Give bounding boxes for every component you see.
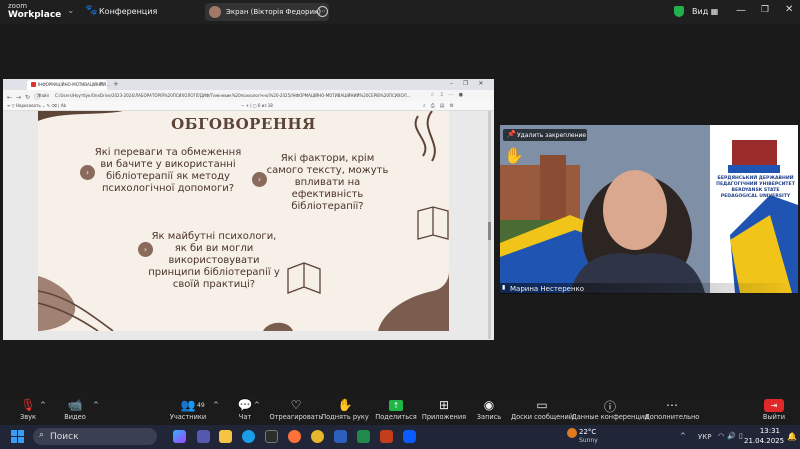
hand-icon: ✋ — [337, 398, 353, 412]
logo-banner-blue — [728, 165, 780, 173]
chat-icon: 💬 — [237, 398, 253, 412]
file-explorer-icon[interactable] — [219, 430, 232, 443]
language-indicator[interactable]: УКР — [698, 433, 711, 441]
app-icon-green[interactable] — [357, 430, 370, 443]
weather-description: Sunny — [579, 437, 598, 444]
decor-blob-bottom-center — [263, 322, 293, 331]
grid-icon: ▦ — [710, 7, 719, 16]
weather-temperature: 22°C — [579, 428, 597, 436]
paw-icon: 🐾 — [85, 5, 98, 16]
clock-time[interactable]: 13:31 — [748, 427, 780, 435]
record-button[interactable]: ◉ — [459, 398, 519, 412]
question-3: Як майбутні психологи, як би ви могли ви… — [148, 231, 280, 290]
chat-chevron-icon[interactable]: ^ — [254, 401, 260, 409]
participants-count: 49 — [197, 402, 205, 409]
url-input[interactable]: C:/Users/Ноутбук/OneDrive/2023-2024/ЛАБО… — [55, 93, 427, 98]
info-icon: ⓘ — [603, 400, 616, 414]
leave-icon: ⇥ — [770, 401, 778, 410]
close-icon[interactable]: ✕ — [785, 4, 793, 15]
slide-title: ОБГОВОРЕННЯ — [171, 115, 316, 133]
record-icon: ◉ — [483, 398, 495, 412]
speaker-name: Марина Нестеренко — [510, 285, 585, 293]
url-file-label: Файл — [38, 93, 50, 98]
edge-browser-icon[interactable] — [242, 430, 255, 443]
new-tab-icon[interactable]: + — [113, 80, 119, 88]
pdf-right-tools[interactable]: ⌕⎙▤⚙ — [423, 103, 459, 109]
security-shield-icon[interactable] — [674, 6, 684, 17]
pdf-draw-tools[interactable]: ≡ ▽ Нарисовать ⌄ ✎ ⌫ | Ab — [7, 103, 66, 108]
more-label: Дополнительно — [644, 413, 700, 421]
firefox-icon[interactable] — [288, 430, 301, 443]
powerpoint-app-icon[interactable] — [380, 430, 393, 443]
restore-icon[interactable]: ❐ — [761, 5, 769, 15]
view-menu-button[interactable]: Вид ▦ — [692, 7, 718, 16]
question-2: Які фактори, крім самого тексту, можуть … — [266, 153, 389, 212]
raise-hand-button[interactable]: ✋ — [315, 398, 375, 412]
conference-title[interactable]: Конференция — [99, 7, 157, 16]
chevron-down-icon[interactable]: ⌄ — [67, 6, 75, 16]
zoom-app-icon[interactable] — [403, 430, 416, 443]
leave-button[interactable]: ⇥ — [764, 399, 784, 412]
browser-window-controls[interactable]: –❐✕ — [450, 80, 493, 87]
presentation-slide: ОБГОВОРЕННЯ › Які переваги та обмеження … — [38, 111, 449, 331]
sharer-avatar — [209, 6, 221, 18]
view-label: Вид — [692, 7, 709, 16]
windows-start-icon[interactable] — [11, 430, 24, 443]
notification-bell-icon[interactable]: 🔔 — [787, 432, 797, 441]
word-app-icon[interactable] — [334, 430, 347, 443]
apps-grid-icon: ⊞ — [438, 398, 450, 412]
tray-chevron-icon[interactable]: ^ — [680, 432, 686, 440]
draw-label: Нарисовать — [15, 103, 41, 108]
more-button[interactable]: ⋯ — [642, 398, 702, 412]
clock-date[interactable]: 21.04.2025 — [744, 437, 784, 445]
brick-tower — [540, 155, 566, 225]
whiteboard-button[interactable]: ▭ — [512, 398, 572, 412]
copilot-app-icon[interactable] — [173, 430, 186, 443]
speaker-face — [603, 170, 667, 250]
share-arrow-icon: ↑ — [392, 401, 400, 410]
raised-hand-icon: ✋ — [504, 146, 524, 165]
page-total: из 18 — [261, 103, 273, 108]
search-placeholder: Поиск — [50, 432, 79, 442]
more-dots-icon: ⋯ — [666, 398, 678, 412]
participants-icon: 👥 — [180, 398, 196, 412]
unpin-label: Удалить закрепление — [517, 132, 587, 139]
pdf-page-indicator[interactable]: − + | ▢ 6 из 18 — [241, 103, 273, 108]
zoom-workplace-logo[interactable]: zoom Workplace — [8, 2, 61, 20]
microphone-muted-icon: 🎙 — [20, 398, 36, 412]
wifi-volume-battery-icons[interactable]: ◠🔊▯ — [718, 432, 746, 440]
video-camera-icon: 📹 — [67, 398, 83, 412]
signal-strength-icon: ▮ — [502, 284, 506, 291]
participants-button[interactable]: 👥 — [158, 398, 218, 412]
pdf-favicon-icon — [31, 82, 36, 87]
video-label: Видео — [64, 413, 86, 421]
question-1: Які переваги та обмеження ви бачите у ви… — [94, 147, 242, 194]
more-options-icon[interactable]: ⋯ — [317, 6, 328, 17]
store-app-icon[interactable] — [265, 430, 278, 443]
whiteboard-icon: ▭ — [536, 398, 548, 412]
book-icon-bottom — [287, 262, 321, 294]
page-current[interactable]: 6 — [258, 103, 261, 108]
decor-blob-bottom-left — [38, 276, 76, 331]
chrome-icon[interactable] — [311, 430, 324, 443]
emoji-heart-icon: ♡ — [290, 398, 302, 412]
university-banner-text: БЕРДЯНСЬКИЙ ДЕРЖАВНИЙ ПЕДАГОГІЧНИЙ УНІВЕ… — [716, 176, 795, 199]
browser-extension-icons[interactable]: ☆⇩⋯● — [430, 92, 468, 98]
speaker-video[interactable] — [500, 125, 798, 293]
minimize-icon[interactable]: — — [736, 5, 746, 16]
slide-decorations — [38, 111, 449, 331]
pin-icon: 📌 — [507, 130, 516, 138]
pdf-scroll-thumb[interactable] — [488, 222, 491, 240]
share-screen-button[interactable]: ↑ — [389, 400, 403, 411]
logo-line-2: Workplace — [8, 10, 62, 20]
teams-app-icon[interactable] — [197, 430, 210, 443]
leave-label: Выйти — [762, 413, 786, 421]
book-icon-right — [417, 206, 449, 240]
search-icon: ⌕ — [39, 430, 45, 440]
weather-sun-icon[interactable] — [567, 428, 577, 438]
screen-share-label: Экран (Вікторія Федорик) — [226, 8, 321, 16]
decor-blob-bottom-right — [378, 271, 449, 331]
tab-close-icon[interactable]: ✕ — [99, 81, 103, 87]
video-options-chevron-icon[interactable]: ^ — [93, 401, 99, 409]
